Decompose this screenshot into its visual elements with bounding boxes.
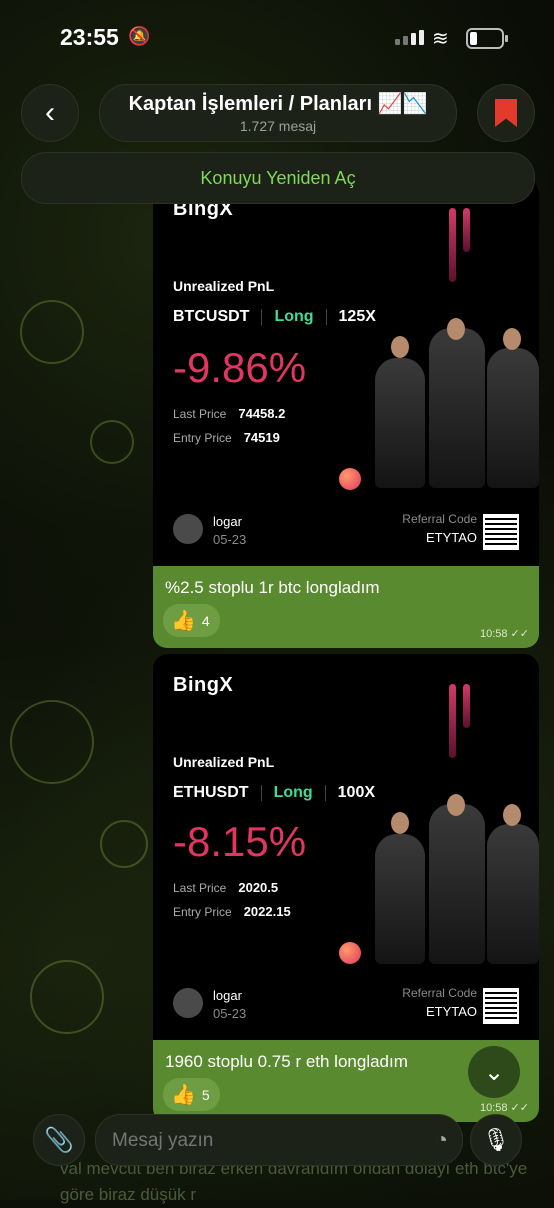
attach-button[interactable]: 📎 (33, 1114, 85, 1166)
microphone-icon: 🎙 (482, 1127, 510, 1152)
thumbs-up-icon: 👍 (171, 610, 196, 632)
bookmark-button[interactable] (477, 84, 535, 142)
page-title: Kaptan İşlemleri / Planları 📈📉 (128, 93, 428, 115)
divider (261, 309, 263, 325)
referral-label: Referral Code (402, 512, 477, 526)
scroll-down-button[interactable]: ⌄ (468, 1046, 520, 1098)
bookmark-icon (495, 99, 517, 127)
pnl-card-image[interactable]: BingX Unrealized PnL BTCUSDT Long 125X -… (153, 178, 539, 566)
doodle-decoration (20, 300, 84, 364)
divider (324, 785, 326, 801)
last-price: 2020.5 (238, 880, 279, 895)
qr-code (483, 514, 519, 550)
back-button[interactable]: ‹ (21, 84, 79, 142)
qr-code (483, 988, 519, 1024)
side: Long (274, 308, 314, 325)
message-input[interactable] (110, 1129, 404, 1153)
doodle-decoration (100, 820, 148, 868)
message-count: 1.727 mesaj (239, 118, 317, 134)
symbol: ETHUSDT (173, 784, 249, 801)
pair-row: BTCUSDT Long 125X (173, 308, 376, 326)
user-date: 05-23 (213, 1006, 247, 1021)
reaction-count: 4 (201, 612, 210, 629)
user-date: 05-23 (213, 532, 247, 547)
doodle-decoration (30, 960, 104, 1034)
bingx-logo: BingX (173, 674, 234, 696)
mic-button[interactable]: 🎙 (470, 1114, 522, 1166)
chat-title-pill[interactable]: Kaptan İşlemleri / Planları 📈📉 1.727 mes… (99, 84, 457, 142)
username: logar (213, 514, 242, 529)
referral-code: ETYTAO (425, 1004, 477, 1019)
chevron-left-icon: ‹ (45, 96, 55, 129)
doodle-decoration (90, 420, 134, 464)
thumbs-up-icon: 👍 (171, 1084, 196, 1106)
signal-icon (395, 30, 424, 45)
username: logar (213, 988, 242, 1003)
entry-price-row: Entry Price 74519 (173, 430, 280, 445)
reaction-chip[interactable]: 👍 5 (163, 1078, 220, 1111)
entry-price: 74519 (243, 430, 280, 445)
status-bar: 23:55 🔕 ≋ (0, 0, 554, 76)
reaction-count: 5 (201, 1086, 210, 1103)
last-price-row: Last Price 2020.5 (173, 880, 278, 895)
last-price-row: Last Price 74458.2 (173, 406, 285, 421)
pnl-percent: -9.86% (173, 344, 307, 391)
ball-graphic (339, 942, 361, 964)
symbol: BTCUSDT (173, 308, 250, 325)
avatar (173, 514, 203, 544)
upnl-label: Unrealized PnL (173, 278, 275, 294)
reaction-chip[interactable]: 👍 4 (163, 604, 220, 637)
upnl-label: Unrealized PnL (173, 754, 275, 770)
bell-muted-icon: 🔕 (128, 26, 151, 46)
divider (325, 309, 327, 325)
paperclip-icon: 📎 (44, 1126, 74, 1154)
message-text: %2.5 stoplu 1r btc longladım (165, 578, 380, 597)
players-image (365, 794, 539, 964)
players-image (365, 318, 539, 488)
doodle-decoration (10, 700, 94, 784)
last-price: 74458.2 (238, 406, 286, 421)
last-price-label: Last Price (173, 407, 227, 421)
ball-graphic (339, 468, 361, 490)
reopen-topic-button[interactable]: Konuyu Yeniden Aç (21, 152, 535, 204)
entry-price-row: Entry Price 2022.15 (173, 904, 291, 919)
entry-price-label: Entry Price (173, 905, 232, 919)
wifi-icon: ≋ (432, 28, 449, 50)
pnl-card-image[interactable]: BingX Unrealized PnL ETHUSDT Long 100X -… (153, 654, 539, 1040)
pnl-percent: -8.15% (173, 818, 307, 865)
message-bubble[interactable]: BingX Unrealized PnL BTCUSDT Long 125X -… (153, 178, 539, 648)
message-time: 10:58 ✓✓ (479, 1102, 529, 1114)
battery-icon (466, 28, 508, 49)
avatar (173, 988, 203, 1018)
message-input-box[interactable]: ◔ (95, 1114, 463, 1166)
sticker-icon[interactable]: ◔ (435, 1127, 448, 1153)
message-time: 10:58 ✓✓ (479, 628, 529, 640)
last-price-label: Last Price (173, 881, 227, 895)
referral-label: Referral Code (402, 986, 477, 1000)
divider (260, 785, 262, 801)
chevron-down-icon: ⌄ (483, 1058, 505, 1086)
side: Long (273, 784, 313, 801)
clock: 23:55 (60, 24, 119, 50)
entry-price: 2022.15 (243, 904, 291, 919)
referral-code: ETYTAO (425, 530, 477, 545)
pair-row: ETHUSDT Long 100X (173, 784, 375, 802)
entry-price-label: Entry Price (173, 431, 232, 445)
